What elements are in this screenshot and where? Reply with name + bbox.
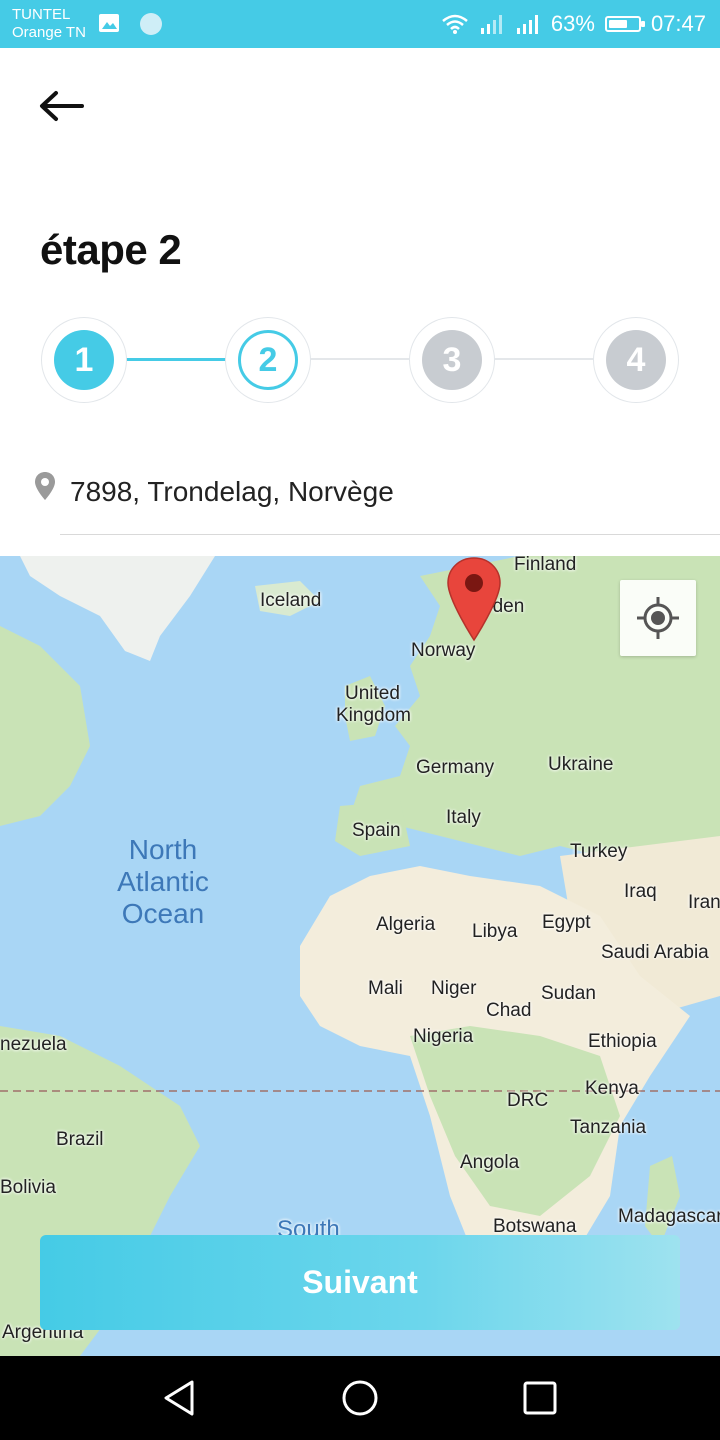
map-label-brazil: Brazil	[56, 1129, 104, 1150]
map-label-uk-2: Kingdom	[336, 705, 411, 726]
step-2-label: 2	[238, 330, 298, 390]
carrier-network: Orange TN	[12, 24, 86, 41]
ocean-line-2: Atlantic	[117, 866, 209, 897]
map-marker-icon[interactable]	[446, 556, 502, 642]
map-label-iran: Iran	[688, 892, 720, 913]
arrow-left-icon[interactable]	[38, 88, 86, 124]
address-underline	[60, 534, 720, 535]
battery-percent: 63%	[550, 11, 595, 36]
system-nav-bar	[0, 1356, 720, 1440]
step-2[interactable]: 2	[226, 318, 310, 402]
next-button[interactable]: Suivant	[40, 1235, 680, 1330]
ocean-line-3: Ocean	[121, 898, 205, 929]
carrier-name: TUNTEL	[12, 6, 71, 23]
map-label-iceland: Iceland	[260, 590, 322, 611]
status-bar: TUNTEL Orange TN 63% 07:47	[0, 0, 720, 48]
signal-icon-2	[516, 15, 538, 34]
wifi-icon	[442, 14, 468, 34]
map-label-turkey: Turkey	[570, 841, 628, 862]
map-label-libya: Libya	[472, 921, 518, 942]
map-label-egypt: Egypt	[542, 912, 591, 933]
map-label-mali: Mali	[368, 978, 403, 999]
map-label-kenya: Kenya	[585, 1078, 639, 1099]
map-label-madagascar: Madagascar	[618, 1206, 720, 1227]
map-label-angola: Angola	[460, 1152, 520, 1173]
map-label-saudi-arabia: Saudi Arabia	[601, 942, 709, 963]
square-recents-icon[interactable]	[518, 1376, 562, 1420]
map-label-north-atlantic: North Atlantic Ocean	[104, 834, 222, 930]
clock: 07:47	[650, 11, 706, 36]
map-label-finland: Finland	[514, 556, 577, 575]
step-3[interactable]: 3	[410, 318, 494, 402]
map-label-drc: DRC	[507, 1090, 549, 1111]
map-label-norway: Norway	[411, 640, 476, 661]
map-label-spain: Spain	[352, 820, 401, 841]
step-3-label: 3	[422, 330, 482, 390]
map-label-ukraine: Ukraine	[548, 754, 614, 775]
map-label-algeria: Algeria	[376, 914, 436, 935]
step-4[interactable]: 4	[594, 318, 678, 402]
map-label-ethiopia: Ethiopia	[588, 1031, 657, 1052]
map-label-italy: Italy	[446, 807, 481, 828]
map-label-venezuela: nezuela	[0, 1034, 67, 1055]
map-label-germany: Germany	[416, 757, 495, 778]
step-1-label: 1	[54, 330, 114, 390]
address-field[interactable]: 7898, Trondelag, Norvège	[70, 476, 394, 508]
map-label-sudan: Sudan	[541, 983, 596, 1004]
page-title: étape 2	[40, 226, 182, 273]
map-label-chad: Chad	[486, 1000, 532, 1021]
gallery-notification-icon	[99, 14, 119, 32]
my-location-icon	[637, 597, 679, 639]
ocean-line-1: North	[128, 834, 198, 865]
carrier-info: TUNTEL Orange TN	[12, 6, 86, 42]
signal-icon-1	[480, 15, 502, 34]
sync-notification-icon	[140, 13, 162, 35]
stepper: 1 2 3 4	[42, 318, 678, 402]
triangle-back-icon[interactable]	[158, 1376, 202, 1420]
step-1[interactable]: 1	[42, 318, 126, 402]
circle-home-icon[interactable]	[338, 1376, 382, 1420]
map-label-uk-1: United	[345, 683, 400, 704]
map-label-bolivia: Bolivia	[0, 1177, 56, 1198]
map-label-niger: Niger	[431, 978, 477, 999]
map-label-tanzania: Tanzania	[570, 1117, 647, 1138]
step-4-label: 4	[606, 330, 666, 390]
location-pin-icon	[35, 472, 55, 500]
my-location-button[interactable]	[620, 580, 696, 656]
map-label-iraq: Iraq	[624, 881, 657, 902]
status-indicators: 63% 07:47	[441, 9, 706, 39]
battery-icon	[604, 16, 645, 32]
map-label-nigeria: Nigeria	[413, 1026, 474, 1047]
